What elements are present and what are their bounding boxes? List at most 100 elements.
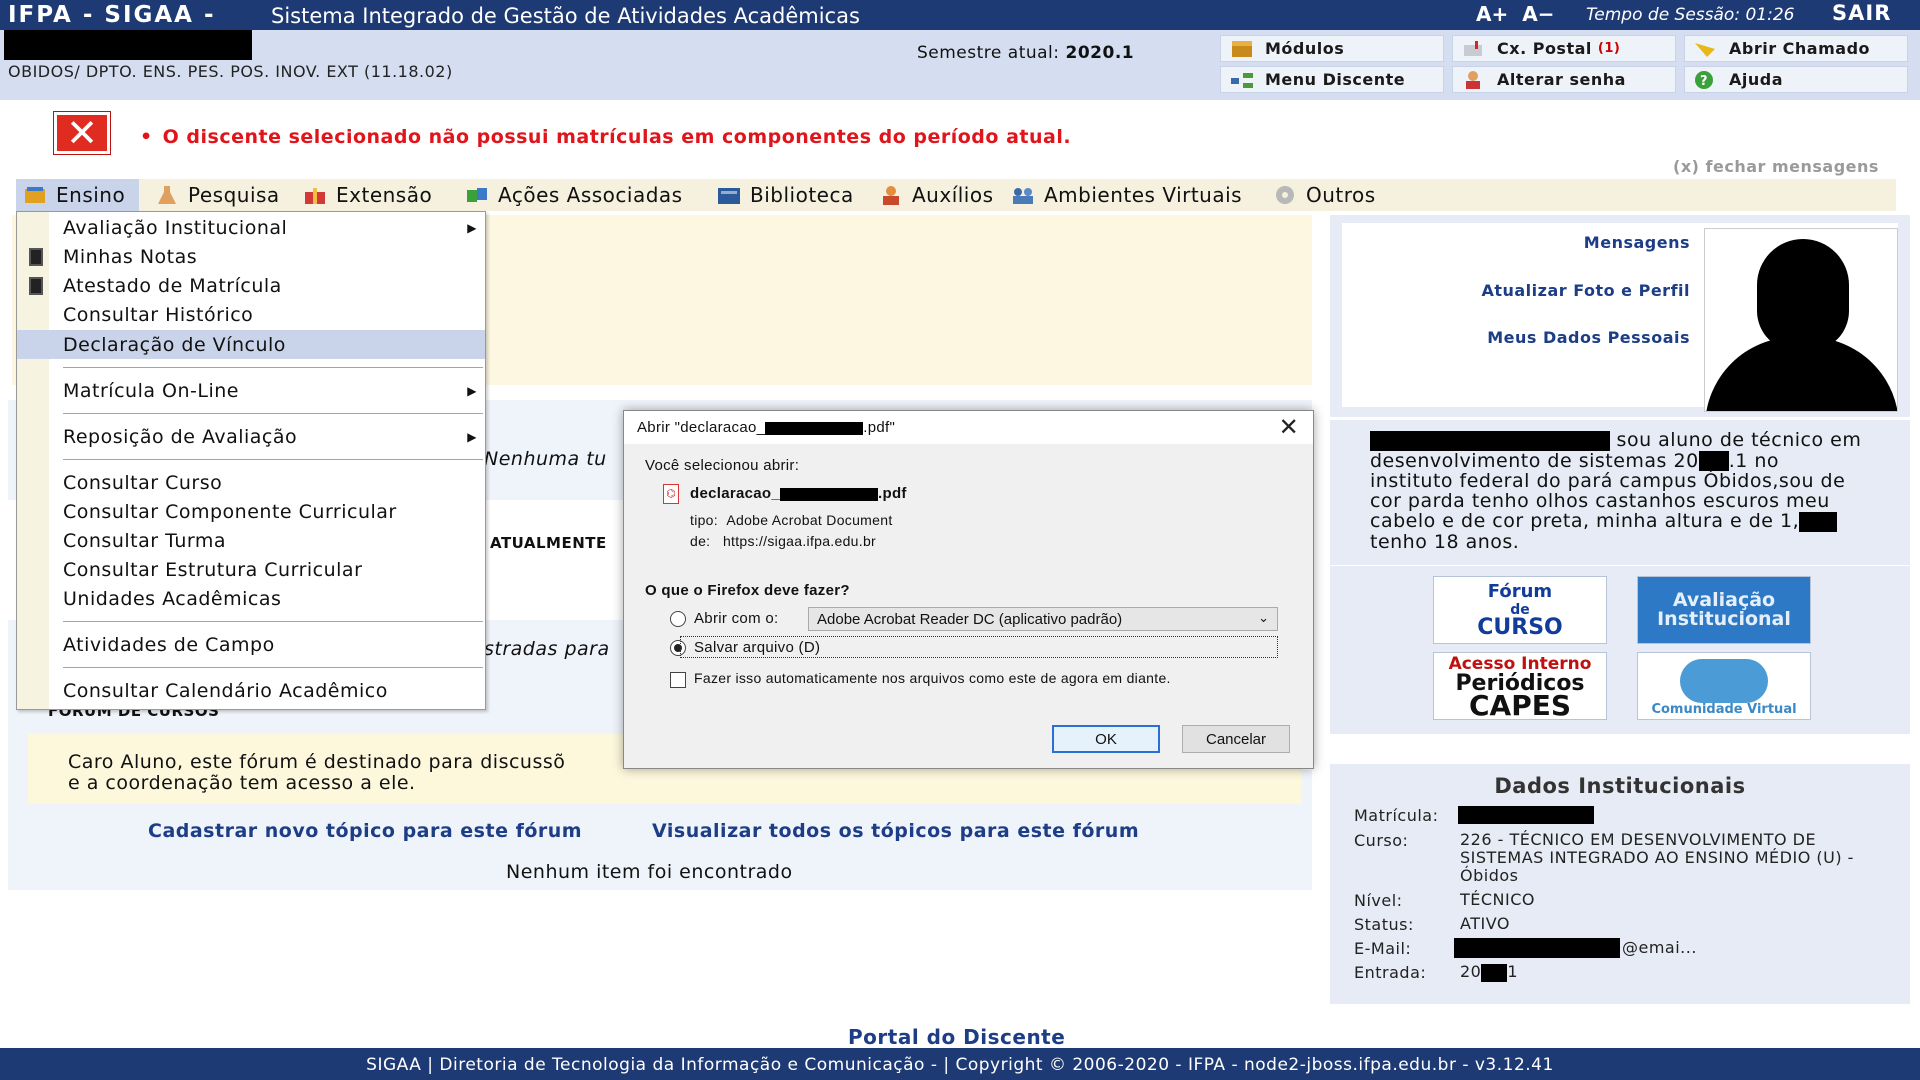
menu-ensino[interactable]: Ensino bbox=[16, 179, 140, 211]
dropdown-item-reposicao-avaliacao[interactable]: Reposição de Avaliação ▶ bbox=[17, 422, 485, 451]
bio-text: desenvolvimento de sistemas 20 bbox=[1370, 449, 1699, 472]
close-icon[interactable]: ✕ bbox=[1279, 413, 1299, 442]
messages-link[interactable]: Mensagens bbox=[1584, 233, 1690, 252]
menu-outros-label: Outros bbox=[1306, 183, 1376, 207]
file-source-line: de: https://sigaa.ifpa.edu.br bbox=[690, 533, 876, 549]
update-photo-link[interactable]: Atualizar Foto e Perfil bbox=[1481, 281, 1690, 300]
dialog-question: O que o Firefox deve fazer? bbox=[645, 582, 850, 599]
auto-action-checkbox[interactable] bbox=[670, 672, 686, 688]
dropdown-item-label: Unidades Acadêmicas bbox=[63, 587, 282, 610]
dropdown-separator bbox=[63, 413, 483, 414]
logout-button[interactable]: SAIR bbox=[1832, 1, 1891, 25]
bio-line: instituto federal do pará campus Óbidos,… bbox=[1370, 470, 1846, 492]
curso-value: 226 - TÉCNICO EM DESENVOLVIMENTO DE SIST… bbox=[1460, 830, 1854, 885]
student-menu-label: Menu Discente bbox=[1265, 70, 1406, 89]
footer-bar: SIGAA | Diretoria de Tecnologia da Infor… bbox=[0, 1048, 1920, 1080]
flask-icon bbox=[154, 184, 180, 206]
dropdown-item-atividades-campo[interactable]: Atividades de Campo bbox=[17, 630, 485, 659]
redacted-user-name bbox=[4, 30, 252, 60]
portal-discente-link[interactable]: Portal do Discente bbox=[848, 1025, 1065, 1049]
current-semester: Semestre atual: 2020.1 bbox=[917, 43, 1134, 63]
aval-tile-line: Institucional bbox=[1657, 608, 1791, 630]
menu-auxilios[interactable]: Auxílios bbox=[878, 179, 994, 211]
dialog-title: Abrir "declaracao_ bbox=[637, 419, 766, 436]
dropdown-item-minhas-notas[interactable]: Minhas Notas bbox=[17, 242, 485, 271]
puzzle-icon bbox=[464, 184, 490, 206]
new-topic-link[interactable]: Cadastrar novo tópico para este fórum bbox=[148, 820, 582, 842]
redacted-filename bbox=[780, 487, 879, 501]
capes-tile-text: Acesso Interno Periódicos CAPES bbox=[1449, 653, 1592, 720]
bio-line: desenvolvimento de sistemas 20 .1 no bbox=[1370, 449, 1900, 472]
close-messages-link[interactable]: (x) fechar mensagens bbox=[1673, 157, 1879, 176]
ok-button[interactable]: OK bbox=[1052, 725, 1160, 753]
change-password-label: Alterar senha bbox=[1497, 70, 1626, 89]
dropdown-item-consultar-historico[interactable]: Consultar Histórico bbox=[17, 300, 485, 329]
help-label: Ajuda bbox=[1729, 70, 1784, 89]
dropdown-item-matricula-online[interactable]: Matrícula On-Line ▶ bbox=[17, 376, 485, 405]
redacted-entrada bbox=[1481, 963, 1508, 982]
dropdown-item-calendario-academico[interactable]: Consultar Calendário Acadêmico bbox=[17, 676, 485, 705]
currently-heading: ATUALMENTE bbox=[490, 534, 607, 552]
student-menu-button[interactable]: Menu Discente bbox=[1220, 66, 1444, 93]
mailbox-label: Cx. Postal bbox=[1497, 39, 1592, 58]
mailbox-button[interactable]: Cx. Postal (1) bbox=[1452, 35, 1676, 62]
error-message: O discente selecionado não possui matríc… bbox=[140, 126, 1071, 148]
forum-tile-line: Fórum bbox=[1487, 581, 1553, 602]
menu-outros[interactable]: Outros bbox=[1272, 179, 1376, 211]
menu-biblioteca-label: Biblioteca bbox=[750, 183, 854, 207]
forum-tile-text: Fórum de CURSO bbox=[1477, 581, 1563, 640]
aval-tile-text: Avaliação Institucional bbox=[1657, 591, 1791, 629]
person-icon bbox=[878, 184, 904, 206]
dropdown-item-atestado-matricula[interactable]: Atestado de Matrícula bbox=[17, 271, 485, 300]
open-with-select[interactable]: Adobe Acrobat Reader DC (aplicativo padr… bbox=[808, 607, 1278, 631]
menu-acoes-associadas[interactable]: Ações Associadas bbox=[464, 179, 683, 211]
modules-button[interactable]: Módulos bbox=[1220, 35, 1444, 62]
dropdown-item-declaracao-vinculo[interactable]: Declaração de Vínculo bbox=[17, 330, 485, 359]
font-increase-button[interactable]: A+ bbox=[1476, 2, 1508, 26]
open-with-radio[interactable] bbox=[670, 611, 686, 627]
dropdown-separator bbox=[63, 459, 483, 460]
capes-periodicos-tile[interactable]: Acesso Interno Periódicos CAPES bbox=[1433, 652, 1607, 720]
view-all-topics-link[interactable]: Visualizar todos os tópicos para este fó… bbox=[652, 820, 1139, 842]
submenu-arrow-icon: ▶ bbox=[467, 383, 477, 398]
selected-label: Você selecionou abrir: bbox=[645, 457, 800, 474]
dropdown-item-consultar-componente[interactable]: Consultar Componente Curricular bbox=[17, 497, 485, 526]
dropdown-item-unidades-academicas[interactable]: Unidades Acadêmicas bbox=[17, 584, 485, 613]
dropdown-item-label: Minhas Notas bbox=[63, 245, 198, 268]
forum-curso-tile[interactable]: Fórum de CURSO bbox=[1433, 576, 1607, 644]
open-ticket-button[interactable]: Abrir Chamado bbox=[1684, 35, 1908, 62]
dropdown-item-label: Matrícula On-Line bbox=[63, 379, 239, 402]
menu-pesquisa[interactable]: Pesquisa bbox=[154, 179, 280, 211]
help-button[interactable]: ? Ajuda bbox=[1684, 66, 1908, 93]
font-decrease-button[interactable]: A− bbox=[1522, 2, 1554, 26]
unit-name: OBIDOS/ DPTO. ENS. PES. POS. INOV. EXT (… bbox=[8, 62, 453, 81]
semester-label: Semestre atual: bbox=[917, 43, 1060, 63]
forum-tile-line: CURSO bbox=[1477, 615, 1563, 640]
dropdown-item-consultar-curso[interactable]: Consultar Curso bbox=[17, 468, 485, 497]
dropdown-item-avaliacao-institucional[interactable]: Avaliação Institucional ▶ bbox=[17, 213, 485, 242]
comunidade-virtual-tile[interactable]: Comunidade Virtual bbox=[1637, 652, 1811, 720]
status-label: Status: bbox=[1354, 915, 1414, 934]
menu-biblioteca[interactable]: Biblioteca bbox=[716, 179, 854, 211]
dropdown-item-consultar-estrutura[interactable]: Consultar Estrutura Curricular bbox=[17, 555, 485, 584]
entrada-label: Entrada: bbox=[1354, 963, 1427, 982]
registered-text: stradas para bbox=[484, 638, 610, 660]
redacted-email bbox=[1454, 938, 1620, 958]
top-bar: IFPA - SIGAA - Sistema Integrado de Gest… bbox=[0, 0, 1920, 30]
file-name-prefix: declaracao_ bbox=[690, 485, 781, 502]
institutional-data-heading: Dados Institucionais bbox=[1494, 774, 1746, 798]
avaliacao-institucional-tile[interactable]: Avaliação Institucional bbox=[1637, 576, 1811, 644]
dropdown-item-consultar-turma[interactable]: Consultar Turma bbox=[17, 526, 485, 555]
menu-ambientes-virtuais[interactable]: Ambientes Virtuais bbox=[1010, 179, 1242, 211]
cancel-button[interactable]: Cancelar bbox=[1182, 725, 1290, 753]
svg-text:?: ? bbox=[1700, 74, 1708, 89]
menu-extensao[interactable]: Extensão bbox=[302, 179, 432, 211]
bio-line: tenho 18 anos. bbox=[1370, 530, 1520, 553]
change-password-button[interactable]: Alterar senha bbox=[1452, 66, 1676, 93]
calculator-icon bbox=[29, 277, 43, 295]
email-suffix: @emai... bbox=[1622, 938, 1697, 957]
personal-data-link[interactable]: Meus Dados Pessoais bbox=[1487, 328, 1690, 347]
book-icon bbox=[22, 184, 48, 206]
email-label: E-Mail: bbox=[1354, 939, 1412, 958]
from-value: https://sigaa.ifpa.edu.br bbox=[722, 533, 876, 549]
